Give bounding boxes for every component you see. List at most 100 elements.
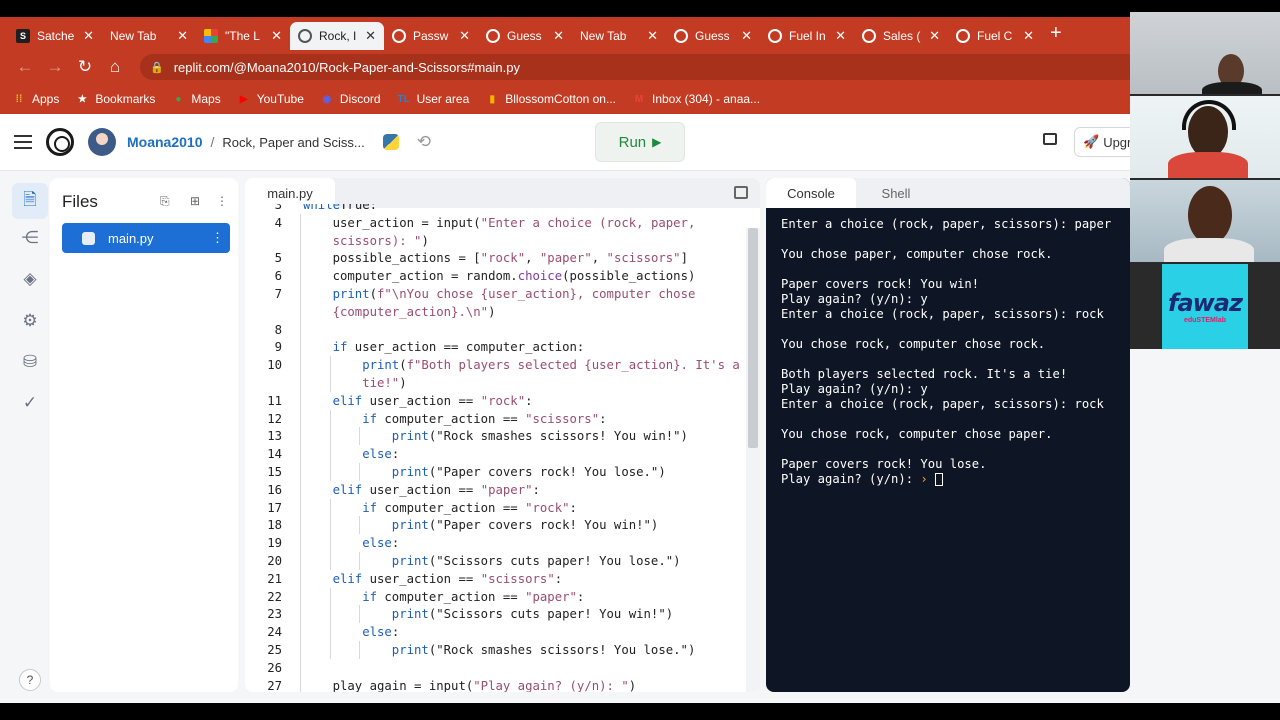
code-line: 12 if computer_action == "scissors": <box>245 409 745 428</box>
bookmark-item[interactable]: ▮ BllossomCotton on... <box>485 92 616 106</box>
close-tab-icon[interactable]: ✕ <box>553 28 564 44</box>
browser-tab[interactable]: New Tab ✕ <box>572 22 666 50</box>
tl-icon: TL <box>397 93 410 105</box>
star-icon: ★ <box>77 93 87 105</box>
close-tab-icon[interactable]: ✕ <box>647 28 658 44</box>
console-prompt-line: Play again? (y/n): › <box>781 472 1111 487</box>
new-tab-icon[interactable]: + <box>1050 22 1062 45</box>
tab-shell[interactable]: Shell <box>866 178 926 208</box>
browser-tab[interactable]: S Satche ✕ <box>8 22 102 50</box>
indent-guide <box>359 516 361 535</box>
browser-tab[interactable]: Guess ✕ <box>478 22 572 50</box>
avatar[interactable] <box>88 128 116 156</box>
scrollbar-thumb[interactable] <box>748 228 758 448</box>
indent-guide <box>300 231 301 250</box>
webcam-overlay: fawaz eduSTEMlab <box>1130 12 1280 349</box>
bookmark-item[interactable]: ★ Bookmarks <box>75 92 156 106</box>
line-number: 26 <box>267 660 282 675</box>
code-text: user_action = input("Enter a choice (roc… <box>332 215 696 230</box>
close-tab-icon[interactable]: ✕ <box>177 28 188 44</box>
close-tab-icon[interactable]: ✕ <box>271 28 282 44</box>
indent-guide <box>300 445 301 463</box>
packages-icon[interactable]: ◈ <box>19 268 41 290</box>
run-label: Run <box>618 133 647 151</box>
code-line: 16 elif user_action == "paper": <box>245 480 745 499</box>
console-panel[interactable]: Console Shell Enter a choice (rock, pape… <box>766 178 1130 692</box>
editor-scrollbar[interactable] <box>746 228 760 692</box>
browser-tab[interactable]: Sales (✕ <box>854 22 948 50</box>
code-text: elif user_action == "paper": <box>332 482 540 497</box>
home-icon[interactable]: ⌂ <box>100 57 130 77</box>
bookmark-item[interactable]: M Inbox (304) - anaa... <box>632 92 760 106</box>
file-menu-icon[interactable]: ⋮ <box>211 230 224 246</box>
code-text: print("Rock smashes scissors! You win!") <box>391 429 688 444</box>
console-line: You chose rock, computer chose paper. <box>781 427 1053 441</box>
bookmark-item[interactable]: ▶ YouTube <box>237 92 304 106</box>
code-text: print("Scissors cuts paper! You win!") <box>391 607 674 622</box>
indent-guide <box>300 623 301 641</box>
line-number: 22 <box>267 589 282 604</box>
run-button[interactable]: Run ▶ <box>595 122 685 162</box>
console-line: Enter a choice (rock, paper, scissors): … <box>781 397 1104 411</box>
forward-icon[interactable]: → <box>40 57 70 77</box>
browser-tab[interactable]: New Tab ✕ <box>102 22 196 50</box>
menu-icon[interactable] <box>14 135 32 149</box>
browser-tab[interactable]: "The L ✕ <box>196 22 290 50</box>
browser-tab[interactable]: Guess ✕ <box>666 22 760 50</box>
close-tab-icon[interactable]: ✕ <box>459 28 470 44</box>
code-editor[interactable]: main.py 3 whileTrue: 4 user_action = input(… <box>245 178 760 692</box>
bookmark-icon: ▮ <box>489 93 496 105</box>
indent-guide <box>300 374 301 392</box>
history-icon[interactable]: ⟲ <box>417 132 431 152</box>
username-link[interactable]: Moana2010 <box>127 134 202 150</box>
code-text: print("Paper covers rock! You win!") <box>391 518 659 533</box>
file-item-main-py[interactable]: main.py ⋮ <box>62 223 230 253</box>
bookmark-item[interactable]: ◉ Discord <box>320 92 381 106</box>
back-icon[interactable]: ← <box>10 57 40 77</box>
replit-favicon-icon <box>674 29 688 43</box>
new-file-icon[interactable]: ⎘ <box>160 194 170 209</box>
close-tab-icon[interactable]: ✕ <box>83 28 94 44</box>
browser-tab[interactable]: Passw ✕ <box>384 22 478 50</box>
check-icon[interactable]: ✓ <box>19 392 41 414</box>
youtube-icon: ▶ <box>239 93 248 105</box>
more-icon[interactable]: ⋮ <box>216 194 228 208</box>
browser-tab[interactable]: Fuel C ✕ <box>948 22 1042 50</box>
repl-name[interactable]: Rock, Paper and Sciss... <box>222 135 364 150</box>
close-tab-icon[interactable]: ✕ <box>741 28 752 44</box>
url-input[interactable]: 🔒 replit.com/@Moana2010/Rock-Paper-and-S… <box>140 54 1140 80</box>
settings-icon[interactable]: ⚙ <box>19 310 41 332</box>
browser-tab[interactable]: Fuel In ✕ <box>760 22 854 50</box>
browser-tab[interactable]: Rock, I ✕ <box>290 22 384 50</box>
code-area[interactable]: 3 whileTrue: 4 user_action = input("Enter a… <box>245 204 745 692</box>
close-tab-icon[interactable]: ✕ <box>1023 28 1034 44</box>
line-number: 23 <box>267 607 282 622</box>
chat-icon[interactable] <box>1043 133 1057 145</box>
new-folder-icon[interactable]: ⊞ <box>190 194 200 208</box>
code-line: 11 elif user_action == "rock": <box>245 391 745 410</box>
close-tab-icon[interactable]: ✕ <box>835 28 846 44</box>
reload-icon[interactable]: ↻ <box>70 57 100 77</box>
console-output[interactable]: Enter a choice (rock, paper, scissors): … <box>781 217 1111 487</box>
indent-guide <box>300 213 301 232</box>
logo-text: fawaz <box>1168 289 1243 317</box>
indent-guide <box>359 427 361 446</box>
files-icon[interactable]: 🗎 <box>12 183 48 219</box>
code-line: 24 else: <box>245 623 745 641</box>
bookmark-item[interactable]: ● Maps <box>171 92 220 106</box>
close-tab-icon[interactable]: ✕ <box>365 28 376 44</box>
database-icon[interactable]: ⛁ <box>19 351 41 373</box>
code-text: computer_action = random.choice(possible… <box>332 269 696 284</box>
replit-logo[interactable] <box>46 128 74 156</box>
tab-console[interactable]: Console <box>766 178 856 208</box>
close-tab-icon[interactable]: ✕ <box>929 28 940 44</box>
tab-title: Fuel In <box>789 29 826 43</box>
editor-menu-icon[interactable] <box>734 186 748 199</box>
code-line: 7 print(f"\nYou chose {user_action}, comp… <box>245 285 745 303</box>
bookmark-item[interactable]: TL User area <box>397 92 469 106</box>
help-button[interactable]: ? <box>19 669 41 691</box>
bookmark-item[interactable]: ⁞⁞ Apps <box>12 92 60 106</box>
line-number: 6 <box>274 269 282 284</box>
share-icon[interactable]: ⋲ <box>19 227 41 249</box>
